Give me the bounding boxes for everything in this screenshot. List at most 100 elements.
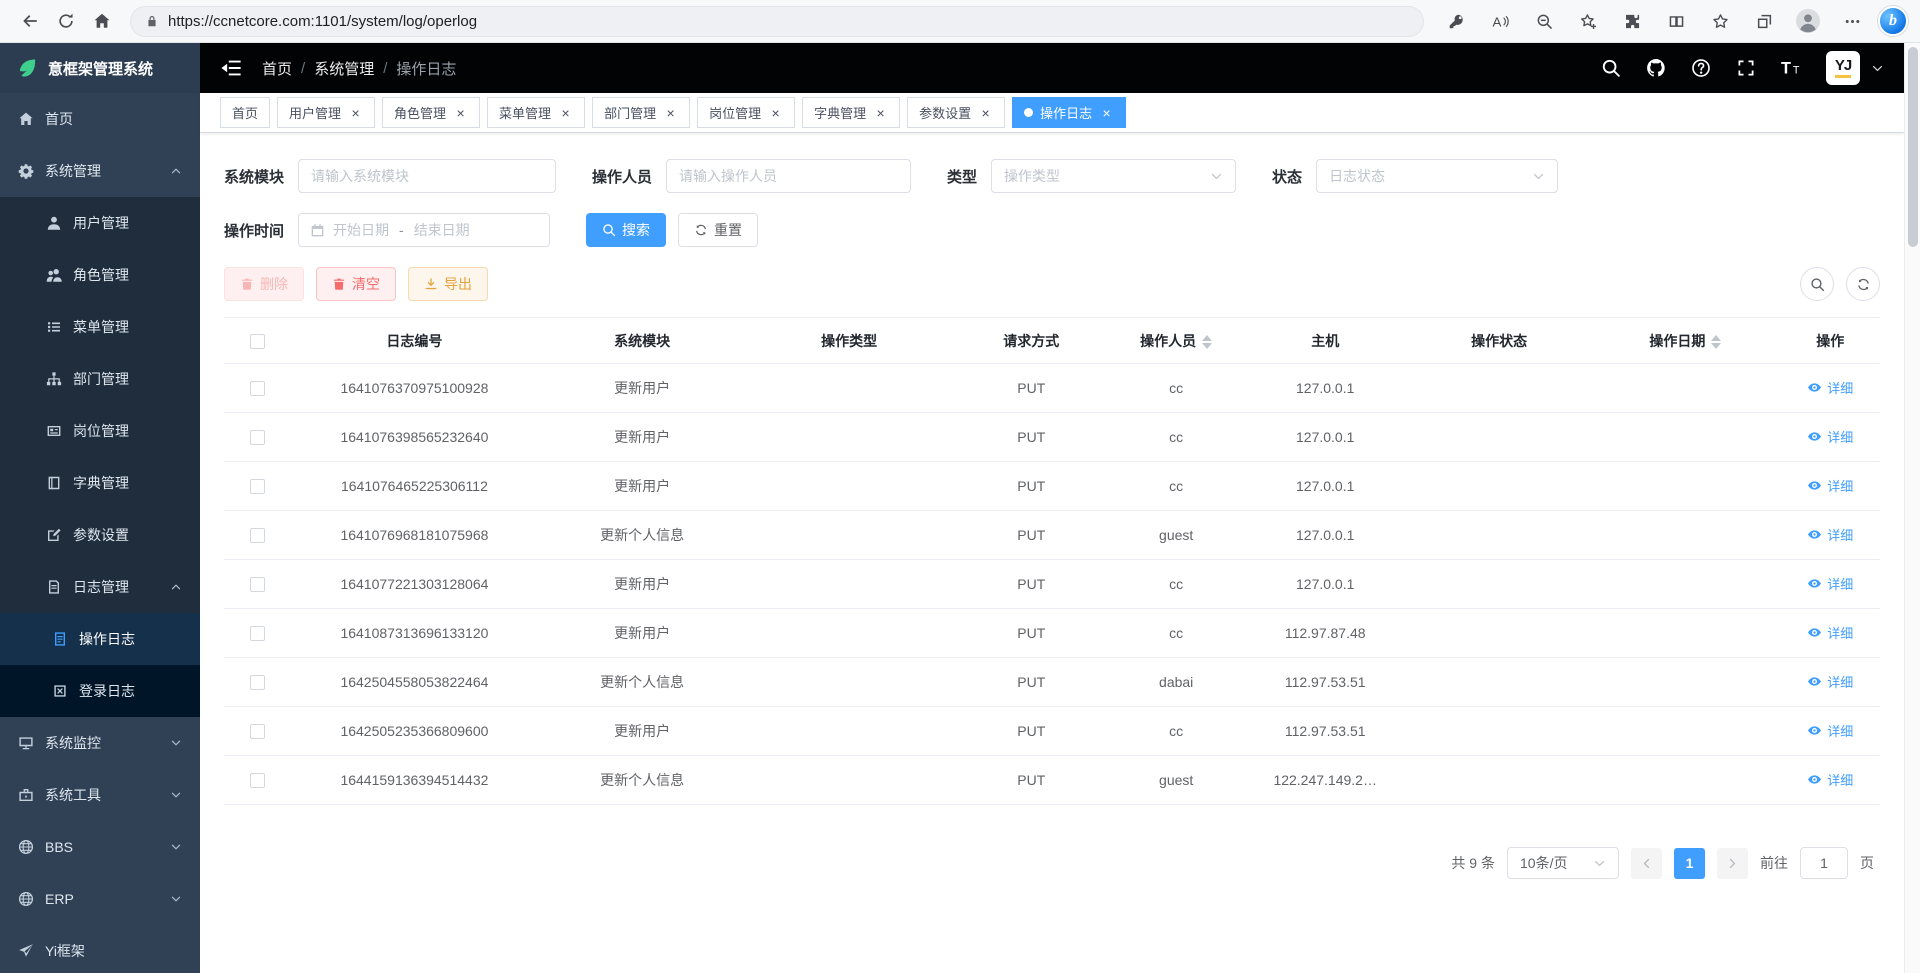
sort-carets-icon[interactable] xyxy=(1202,335,1212,349)
tab-param-settings[interactable]: 参数设置× xyxy=(907,97,1005,128)
export-button[interactable]: 导出 xyxy=(408,267,488,301)
github-icon[interactable] xyxy=(1646,58,1666,78)
split-screen-button[interactable] xyxy=(1654,3,1698,39)
column-header[interactable]: 操作人员 xyxy=(1110,318,1242,364)
detail-link[interactable]: 详细 xyxy=(1807,476,1853,495)
clear-button[interactable]: 清空 xyxy=(316,267,396,301)
sidebar-item-param-settings[interactable]: 参数设置 xyxy=(0,509,200,561)
row-checkbox[interactable] xyxy=(250,773,265,788)
search-button[interactable]: 搜索 xyxy=(586,213,666,247)
tab-close-icon[interactable]: × xyxy=(558,105,573,120)
column-header[interactable]: 操作日期 xyxy=(1590,318,1780,364)
extensions-button[interactable] xyxy=(1610,3,1654,39)
back-button[interactable] xyxy=(12,3,48,39)
module-input[interactable] xyxy=(298,159,556,193)
refresh-table-button[interactable] xyxy=(1846,267,1880,301)
row-checkbox[interactable] xyxy=(250,528,265,543)
row-checkbox[interactable] xyxy=(250,381,265,396)
next-page-button[interactable] xyxy=(1717,848,1748,879)
detail-link[interactable]: 详细 xyxy=(1807,525,1853,544)
row-checkbox[interactable] xyxy=(250,430,265,445)
add-favorite-button[interactable] xyxy=(1566,3,1610,39)
page-number-button[interactable]: 1 xyxy=(1674,848,1705,879)
breadcrumb-item[interactable]: 系统管理 xyxy=(314,58,374,79)
tab-dept-mgmt[interactable]: 部门管理× xyxy=(592,97,690,128)
sidebar-item-system-tools[interactable]: 系统工具 xyxy=(0,769,200,821)
sidebar-item-dict-mgmt[interactable]: 字典管理 xyxy=(0,457,200,509)
sidebar-toggle[interactable] xyxy=(220,57,242,79)
tab-close-icon[interactable]: × xyxy=(873,105,888,120)
detail-link[interactable]: 详细 xyxy=(1807,574,1853,593)
row-checkbox[interactable] xyxy=(250,577,265,592)
tab-close-icon[interactable]: × xyxy=(1099,105,1114,120)
tab-close-icon[interactable]: × xyxy=(768,105,783,120)
tab-home[interactable]: 首页 xyxy=(220,97,270,128)
status-select[interactable]: 日志状态 xyxy=(1316,159,1558,193)
toggle-search-button[interactable] xyxy=(1800,267,1834,301)
page-size-select[interactable]: 10条/页 xyxy=(1507,847,1619,879)
tab-post-mgmt[interactable]: 岗位管理× xyxy=(697,97,795,128)
sidebar-item-menu-mgmt[interactable]: 菜单管理 xyxy=(0,301,200,353)
sidebar-item-user-mgmt[interactable]: 用户管理 xyxy=(0,197,200,249)
row-checkbox[interactable] xyxy=(250,479,265,494)
sidebar-item-role-mgmt[interactable]: 角色管理 xyxy=(0,249,200,301)
tab-menu-mgmt[interactable]: 菜单管理× xyxy=(487,97,585,128)
prev-page-button[interactable] xyxy=(1631,848,1662,879)
sidebar-item-bbs[interactable]: BBS xyxy=(0,821,200,873)
detail-link[interactable]: 详细 xyxy=(1807,770,1853,789)
sidebar-item-login-log[interactable]: 登录日志 xyxy=(0,665,200,717)
sidebar-item-home[interactable]: 首页 xyxy=(0,93,200,145)
refresh-button[interactable] xyxy=(48,3,84,39)
browser-profile-button[interactable] xyxy=(1786,3,1830,39)
breadcrumb-item[interactable]: 首页 xyxy=(262,58,292,79)
goto-page-input[interactable] xyxy=(1800,847,1848,879)
detail-link[interactable]: 详细 xyxy=(1807,427,1853,446)
tab-operation-log[interactable]: 操作日志× xyxy=(1012,97,1126,128)
tab-close-icon[interactable]: × xyxy=(348,105,363,120)
font-size-icon[interactable] xyxy=(1781,58,1801,78)
fullscreen-icon[interactable] xyxy=(1736,58,1756,78)
tab-close-icon[interactable]: × xyxy=(978,105,993,120)
user-avatar[interactable]: YJ xyxy=(1826,51,1860,85)
detail-link[interactable]: 详细 xyxy=(1807,623,1853,642)
reset-button[interactable]: 重置 xyxy=(678,213,758,247)
tab-close-icon[interactable]: × xyxy=(663,105,678,120)
tab-role-mgmt[interactable]: 角色管理× xyxy=(382,97,480,128)
tab-dict-mgmt[interactable]: 字典管理× xyxy=(802,97,900,128)
date-range-picker[interactable]: 开始日期 - 结束日期 xyxy=(298,213,550,247)
delete-button[interactable]: 删除 xyxy=(224,267,304,301)
row-checkbox[interactable] xyxy=(250,724,265,739)
sidebar-item-post-mgmt[interactable]: 岗位管理 xyxy=(0,405,200,457)
row-checkbox[interactable] xyxy=(250,675,265,690)
type-select[interactable]: 操作类型 xyxy=(991,159,1236,193)
scrollbar[interactable] xyxy=(1904,43,1920,973)
detail-link[interactable]: 详细 xyxy=(1807,721,1853,740)
tab-user-mgmt[interactable]: 用户管理× xyxy=(277,97,375,128)
address-bar[interactable]: https://ccnetcore.com:1101/system/log/op… xyxy=(130,6,1424,37)
sidebar-item-operation-log[interactable]: 操作日志 xyxy=(0,613,200,665)
read-aloud-button[interactable] xyxy=(1478,3,1522,39)
detail-link[interactable]: 详细 xyxy=(1807,672,1853,691)
sidebar-item-dept-mgmt[interactable]: 部门管理 xyxy=(0,353,200,405)
favorites-button[interactable] xyxy=(1698,3,1742,39)
collections-button[interactable] xyxy=(1742,3,1786,39)
tab-close-icon[interactable]: × xyxy=(453,105,468,120)
home-button[interactable] xyxy=(84,3,120,39)
sidebar-item-erp[interactable]: ERP xyxy=(0,873,200,925)
sidebar-item-log-mgmt[interactable]: 日志管理 xyxy=(0,561,200,613)
chevron-down-icon[interactable] xyxy=(1871,62,1884,75)
zoom-button[interactable] xyxy=(1522,3,1566,39)
search-icon[interactable] xyxy=(1601,58,1621,78)
help-icon[interactable] xyxy=(1691,58,1711,78)
password-button[interactable] xyxy=(1434,3,1478,39)
scrollbar-thumb[interactable] xyxy=(1908,47,1918,247)
copilot-button[interactable]: b xyxy=(1878,6,1908,36)
row-checkbox[interactable] xyxy=(250,626,265,641)
sidebar-item-yi-framework[interactable]: Yi框架 xyxy=(0,925,200,973)
sidebar-item-system-mgmt[interactable]: 系统管理 xyxy=(0,145,200,197)
sidebar-item-system-monitor[interactable]: 系统监控 xyxy=(0,717,200,769)
operator-input[interactable] xyxy=(666,159,911,193)
detail-link[interactable]: 详细 xyxy=(1807,378,1853,397)
sort-carets-icon[interactable] xyxy=(1711,335,1721,349)
more-menu-button[interactable] xyxy=(1830,3,1874,39)
